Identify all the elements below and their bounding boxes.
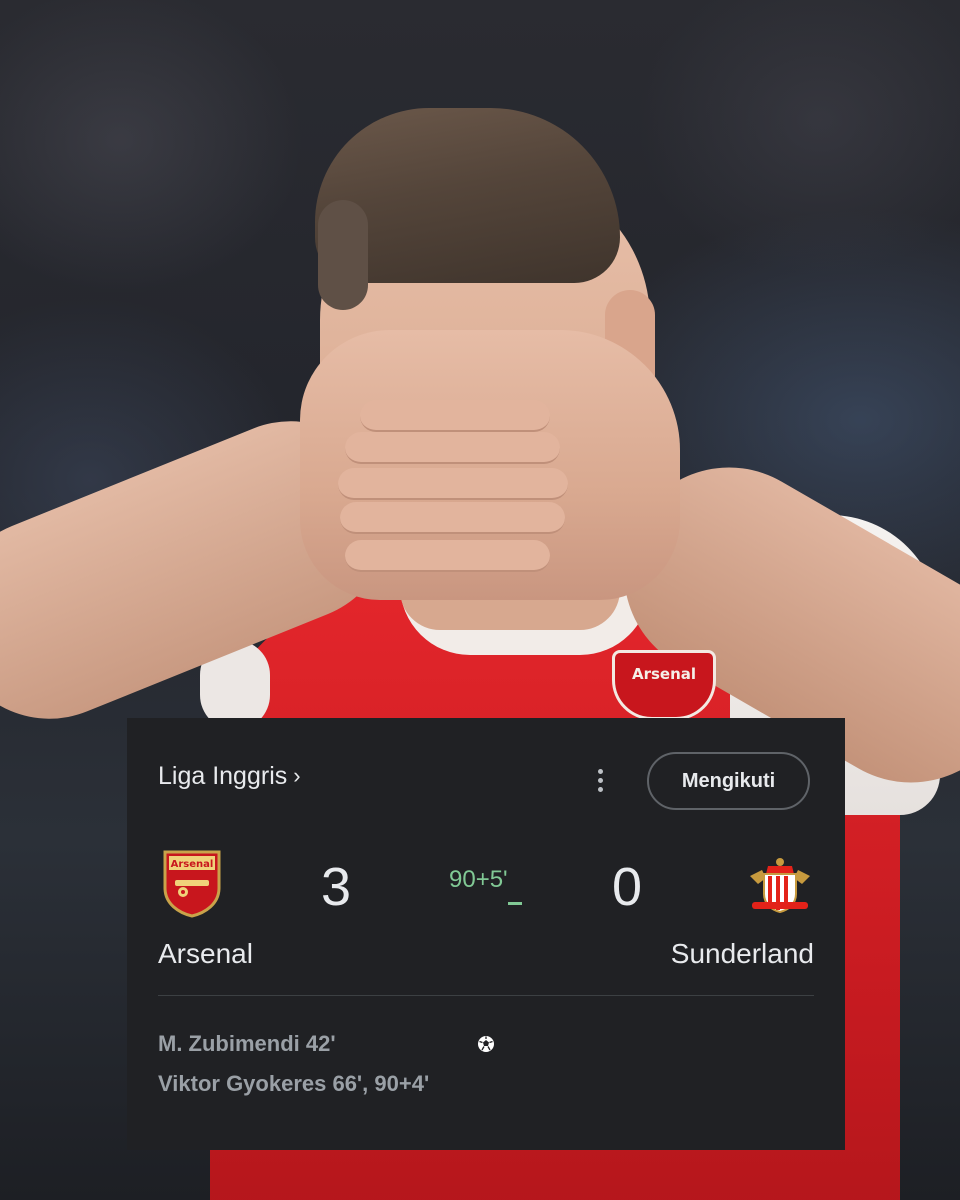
divider xyxy=(158,995,814,996)
league-link[interactable]: Liga Inggris › xyxy=(158,762,301,791)
player-hair-side xyxy=(318,200,368,310)
scorer-item: M. Zubimendi 42' xyxy=(158,1031,336,1056)
shirt-crest: Arsenal xyxy=(612,650,716,720)
match-score-card: Liga Inggris › Mengikuti Arsenal 3 90+5'… xyxy=(127,718,845,1150)
more-vert-icon-dot xyxy=(597,786,603,792)
soccer-ball-icon xyxy=(477,1035,495,1053)
home-score: 3 xyxy=(321,857,352,917)
home-scorers-list: M. Zubimendi 42' Viktor Gyokeres 66', 90… xyxy=(158,1029,458,1109)
player-finger xyxy=(340,502,565,534)
more-vert-icon-dot xyxy=(597,777,603,783)
away-team-name[interactable]: Sunderland xyxy=(671,940,814,968)
follow-button[interactable]: Mengikuti xyxy=(647,752,810,810)
match-time: 90+5' xyxy=(449,866,508,893)
player-finger xyxy=(360,400,550,432)
more-options-button[interactable] xyxy=(585,765,615,795)
more-vert-icon xyxy=(597,768,603,774)
arsenal-crest-text: Arsenal xyxy=(171,859,214,870)
player-finger xyxy=(338,468,568,500)
arsenal-crest-icon[interactable]: Arsenal xyxy=(161,848,223,918)
league-label: Liga Inggris xyxy=(158,762,288,790)
scorer-item: Viktor Gyokeres 66', 90+4' xyxy=(158,1071,430,1096)
page: Arsenal Liga Inggris › Mengikuti Arsenal… xyxy=(0,0,960,1200)
live-indicator xyxy=(508,902,522,905)
sunderland-crest-icon[interactable] xyxy=(744,854,816,916)
player-finger xyxy=(345,540,550,572)
player-finger xyxy=(345,432,560,464)
home-team-name[interactable]: Arsenal xyxy=(158,940,253,968)
chevron-right-icon: › xyxy=(293,762,301,788)
away-score: 0 xyxy=(612,857,643,917)
